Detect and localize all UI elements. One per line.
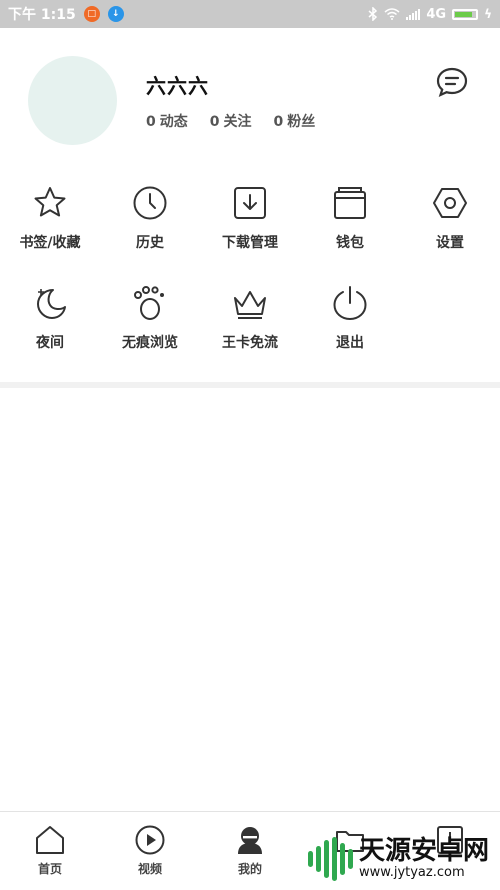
nav-home[interactable]: 首页 <box>0 812 100 890</box>
wifi-icon <box>384 8 400 20</box>
nav-me[interactable]: 我的 <box>200 812 300 890</box>
bluetooth-icon <box>368 7 378 21</box>
charging-icon: ϟ <box>484 7 492 21</box>
menu-row-1: 书签/收藏 历史 下载管理 钱包 设置 <box>0 180 500 280</box>
home-icon <box>36 826 64 854</box>
footprint-icon <box>134 286 164 320</box>
menu-wallet[interactable]: 钱包 <box>300 180 400 280</box>
stat-following[interactable]: 0 关注 <box>210 111 252 131</box>
watermark: 天源安卓网 www.jytyaz.com <box>308 836 489 882</box>
user-icon <box>238 827 262 854</box>
watermark-title: 天源安卓网 <box>359 836 490 866</box>
status-time: 下午 1:15 <box>8 7 76 23</box>
section-divider <box>0 382 500 388</box>
watermark-text: 天源安卓网 www.jytyaz.com <box>359 837 489 881</box>
menu-downloads[interactable]: 下载管理 <box>200 180 300 280</box>
menu-history[interactable]: 历史 <box>100 180 200 280</box>
message-button[interactable] <box>435 66 469 98</box>
clock-icon <box>133 186 167 220</box>
notification-download-icon: ↓ <box>107 6 124 22</box>
avatar[interactable] <box>28 56 117 145</box>
profile-header: 六六六 0 动态 0 关注 0 粉丝 <box>0 28 500 168</box>
settings-icon <box>433 188 467 218</box>
nav-video[interactable]: 视频 <box>100 812 200 890</box>
menu-king-card[interactable]: 王卡免流 <box>200 280 300 380</box>
watermark-url: www.jytyaz.com <box>359 865 465 880</box>
message-icon <box>436 67 468 98</box>
download-icon <box>234 187 266 219</box>
stat-posts[interactable]: 0 动态 <box>146 111 188 131</box>
notification-app-icon: □ <box>83 6 100 22</box>
username[interactable]: 六六六 <box>146 70 209 99</box>
menu-grid: 书签/收藏 历史 下载管理 钱包 设置 夜间 无痕浏览 王卡免流 退出 <box>0 180 500 380</box>
menu-logout[interactable]: 退出 <box>300 280 400 380</box>
menu-night-mode[interactable]: 夜间 <box>0 280 100 380</box>
battery-icon <box>452 8 479 20</box>
menu-row-2: 夜间 无痕浏览 王卡免流 退出 <box>0 280 500 380</box>
profile-stats: 0 动态 0 关注 0 粉丝 <box>146 111 315 131</box>
menu-settings[interactable]: 设置 <box>400 180 500 280</box>
network-type: 4G <box>426 6 447 22</box>
star-icon <box>34 187 66 217</box>
crown-icon <box>234 291 266 319</box>
status-right: 4G ϟ <box>368 7 492 22</box>
menu-incognito[interactable]: 无痕浏览 <box>100 280 200 380</box>
watermark-logo-icon <box>308 836 353 882</box>
status-bar: 下午 1:15 □ ↓ 4G ϟ <box>0 0 500 28</box>
stat-followers[interactable]: 0 粉丝 <box>274 111 316 131</box>
wallet-icon <box>334 187 366 219</box>
status-left: 下午 1:15 □ ↓ <box>8 4 124 24</box>
play-icon <box>135 825 165 855</box>
moon-icon <box>37 289 66 319</box>
power-icon <box>333 286 367 321</box>
menu-bookmarks[interactable]: 书签/收藏 <box>0 180 100 280</box>
signal-icon <box>406 8 421 20</box>
